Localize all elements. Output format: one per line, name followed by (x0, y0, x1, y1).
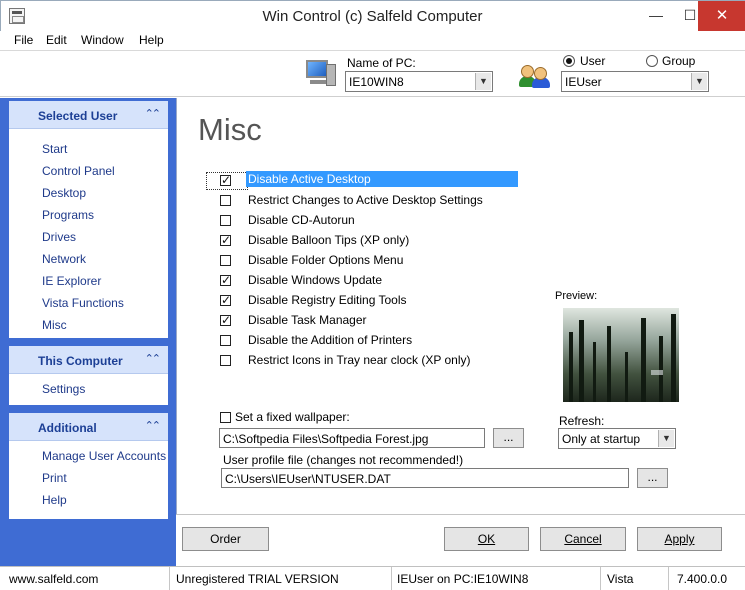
collapse-icon[interactable]: ⌃⌃ (145, 107, 162, 120)
minimize-button[interactable]: — (639, 1, 673, 32)
option-checkbox[interactable] (220, 173, 231, 187)
window-title: Win Control (c) Salfeld Computer (262, 8, 483, 25)
sidebar: Selected User ⌃⌃ Start Control Panel Des… (0, 98, 176, 566)
sidebar-item-programs[interactable]: Programs (42, 208, 94, 222)
fixed-wallpaper-checkbox[interactable] (220, 412, 231, 423)
option-checkbox[interactable] (220, 215, 231, 226)
status-context: IEUser on PC:IE10WIN8 (392, 567, 601, 590)
option-checkbox[interactable] (220, 273, 231, 287)
menu-help[interactable]: Help (139, 33, 164, 47)
user-radio[interactable] (563, 55, 575, 67)
this-computer-header[interactable]: This Computer ⌃⌃ (9, 346, 168, 374)
option-label[interactable]: Disable Folder Options Menu (248, 253, 403, 267)
collapse-icon[interactable]: ⌃⌃ (145, 352, 162, 365)
menu-window[interactable]: Window (81, 33, 124, 47)
option-checkbox[interactable] (220, 335, 231, 346)
sidebar-item-ie-explorer[interactable]: IE Explorer (42, 274, 101, 288)
fixed-wallpaper-label[interactable]: Set a fixed wallpaper: (235, 410, 350, 424)
main-panel: Misc Disable Active Desktop Restrict Chan… (176, 98, 745, 566)
status-website: www.salfeld.com (0, 567, 170, 590)
status-version: 7.400.0.0 (677, 572, 728, 586)
option-checkbox[interactable] (220, 293, 231, 307)
wallpaper-path-input[interactable]: C:\Softpedia Files\Softpedia Forest.jpg (219, 428, 485, 448)
selected-user-header[interactable]: Selected User ⌃⌃ (9, 101, 168, 129)
option-label[interactable]: Disable Balloon Tips (XP only) (248, 233, 409, 247)
sidebar-item-settings[interactable]: Settings (42, 382, 85, 396)
status-os: Vista (601, 567, 669, 590)
sidebar-item-network[interactable]: Network (42, 252, 86, 266)
profile-browse-button[interactable]: ... (637, 468, 668, 488)
page-title: Misc (198, 112, 262, 147)
sidebar-item-drives[interactable]: Drives (42, 230, 76, 244)
menu-edit[interactable]: Edit (46, 33, 67, 47)
selected-user-panel: Selected User ⌃⌃ Start Control Panel Des… (9, 101, 168, 338)
wallpaper-browse-button[interactable]: ... (493, 428, 524, 448)
status-bar: www.salfeld.com Unregistered TRIAL VERSI… (0, 566, 745, 590)
ok-button[interactable]: OK (444, 527, 529, 551)
apply-button[interactable]: Apply (637, 527, 722, 551)
chevron-down-icon[interactable]: ▼ (658, 430, 674, 447)
sidebar-item-desktop[interactable]: Desktop (42, 186, 86, 200)
cancel-button[interactable]: Cancel (540, 527, 626, 551)
option-checkbox[interactable] (220, 355, 231, 366)
status-license: Unregistered TRIAL VERSION (170, 567, 392, 590)
selection-bar: Name of PC: IE10WIN8 ▼ User Group IEUser… (0, 51, 745, 97)
option-label[interactable]: Disable Task Manager (248, 313, 367, 327)
users-icon (519, 63, 553, 89)
sidebar-item-vista-functions[interactable]: Vista Functions (42, 296, 124, 310)
group-radio[interactable] (646, 55, 658, 67)
order-button[interactable]: Order (182, 527, 269, 551)
chevron-down-icon[interactable]: ▼ (691, 73, 707, 90)
option-label[interactable]: Disable the Addition of Printers (248, 333, 412, 347)
sidebar-item-control-panel[interactable]: Control Panel (42, 164, 115, 178)
option-label[interactable]: Disable CD-Autorun (248, 213, 355, 227)
preview-label: Preview: (555, 290, 598, 302)
sidebar-item-help[interactable]: Help (42, 493, 67, 507)
additional-header[interactable]: Additional ⌃⌃ (9, 413, 168, 441)
sidebar-item-print[interactable]: Print (42, 471, 67, 485)
option-checkbox[interactable] (220, 195, 231, 206)
profile-file-label: User profile file (changes not recommend… (223, 453, 464, 467)
option-label[interactable]: Disable Windows Update (248, 273, 382, 287)
user-select[interactable]: IEUser ▼ (561, 71, 709, 92)
group-radio-label[interactable]: Group (662, 54, 695, 68)
option-label[interactable]: Restrict Icons in Tray near clock (XP on… (248, 353, 471, 367)
close-button[interactable]: ✕ (698, 1, 745, 32)
pc-name-select[interactable]: IE10WIN8 ▼ (345, 71, 493, 92)
refresh-label: Refresh: (559, 414, 605, 428)
this-computer-panel: This Computer ⌃⌃ Settings (9, 346, 168, 405)
computer-icon (304, 59, 338, 89)
collapse-icon[interactable]: ⌃⌃ (145, 419, 162, 432)
menu-bar: File Edit Window Help (0, 31, 745, 51)
option-label[interactable]: Disable Active Desktop (246, 171, 518, 187)
option-label[interactable]: Restrict Changes to Active Desktop Setti… (248, 193, 483, 207)
wallpaper-preview (563, 308, 679, 402)
option-checkbox[interactable] (220, 233, 231, 247)
profile-path-input[interactable]: C:\Users\IEUser\NTUSER.DAT (221, 468, 629, 488)
sidebar-item-misc[interactable]: Misc (42, 318, 67, 332)
option-checkbox[interactable] (220, 255, 231, 266)
refresh-select[interactable]: Only at startup ▼ (558, 428, 676, 449)
additional-panel: Additional ⌃⌃ Manage User Accounts Print… (9, 413, 168, 519)
sidebar-item-start[interactable]: Start (42, 142, 67, 156)
menu-file[interactable]: File (14, 33, 33, 47)
title-bar: Win Control (c) Salfeld Computer — ☐ ✕ (0, 0, 745, 32)
sidebar-item-manage-user-accounts[interactable]: Manage User Accounts (42, 449, 166, 463)
pc-name-label: Name of PC: (347, 56, 416, 70)
chevron-down-icon[interactable]: ▼ (475, 73, 491, 90)
user-radio-label[interactable]: User (580, 54, 605, 68)
button-bar: Order OK Cancel Apply (176, 514, 745, 566)
option-checkbox[interactable] (220, 313, 231, 327)
option-label[interactable]: Disable Registry Editing Tools (248, 293, 407, 307)
